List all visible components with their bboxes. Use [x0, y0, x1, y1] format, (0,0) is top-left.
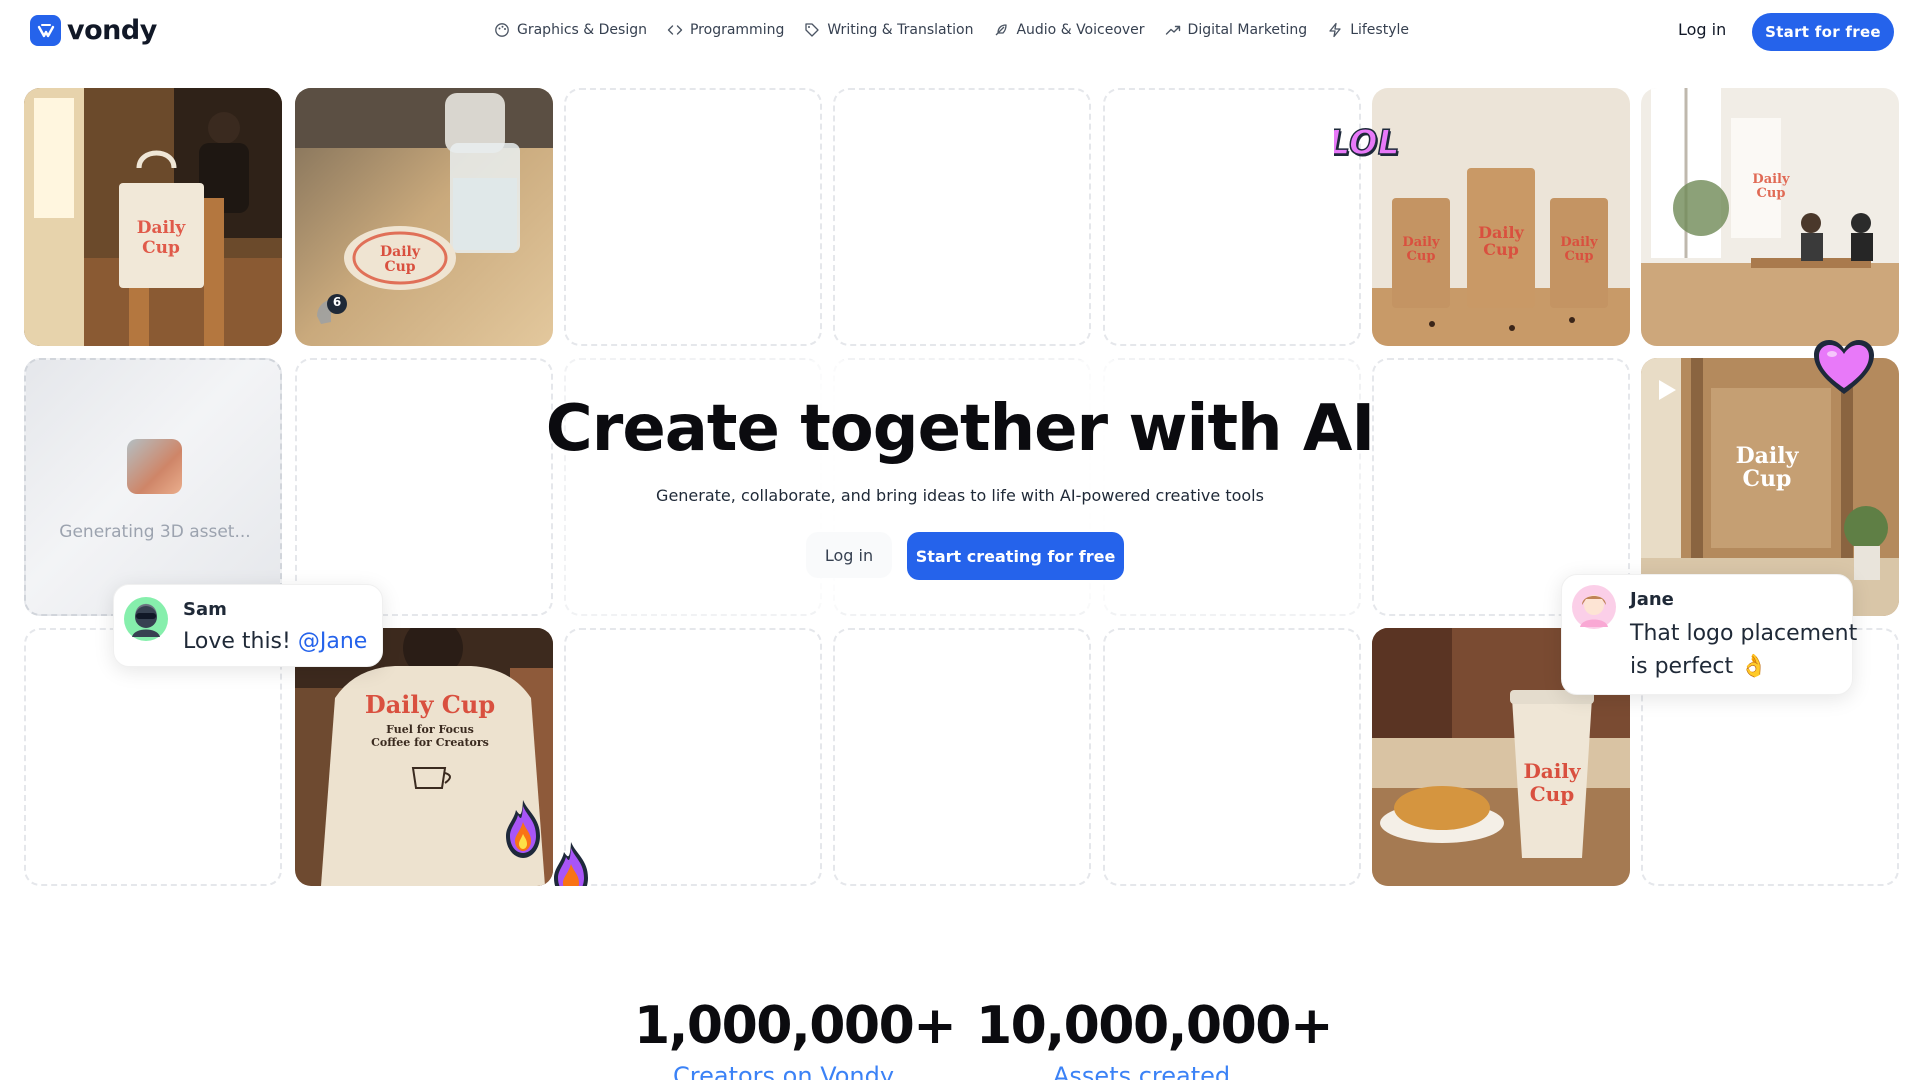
bag-text: Daily: [1402, 235, 1440, 250]
empty-grid-cell: [564, 88, 822, 346]
window-text: Daily: [1752, 172, 1790, 187]
lol-sticker: LOL LOL: [1324, 118, 1406, 168]
empty-grid-cell: [564, 628, 822, 886]
comment-text: Love this! @Jane: [183, 625, 367, 658]
stat-creators-label: Creators on Vondy: [673, 1062, 895, 1080]
svg-text:Cup: Cup: [1483, 240, 1519, 259]
category-nav: Graphics & Design Programming Writing & …: [494, 22, 1409, 38]
hero-start-button[interactable]: Start creating for free: [907, 532, 1124, 580]
nav-link-audio-voiceover[interactable]: Audio & Voiceover: [993, 22, 1145, 38]
nav-link-lifestyle[interactable]: Lifestyle: [1327, 22, 1409, 38]
svg-text:Cup: Cup: [1757, 186, 1786, 201]
nav-login-link[interactable]: Log in: [1678, 20, 1726, 39]
coffee-bags-image: Daily Cup Daily Cup Daily Cup: [1372, 88, 1630, 346]
mockup-coaster[interactable]: Daily Cup 6: [295, 88, 553, 346]
nav-link-digital-marketing[interactable]: Digital Marketing: [1165, 22, 1308, 38]
comment-mention[interactable]: @Jane: [298, 629, 367, 654]
mockup-cafe-window[interactable]: Daily Cup: [1641, 88, 1899, 346]
mockup-coffee-bags[interactable]: Daily Cup Daily Cup Daily Cup: [1372, 88, 1630, 346]
tshirt-title: Daily Cup: [365, 690, 495, 719]
feather-icon: [995, 24, 1008, 36]
comment-author: Sam: [183, 599, 227, 620]
svg-text:LOL: LOL: [1334, 123, 1403, 163]
comment-message: Love this!: [183, 629, 291, 654]
nav-link-programming[interactable]: Programming: [667, 22, 784, 38]
lightning-icon: [1329, 22, 1341, 38]
avatar-jane-icon: [1580, 595, 1608, 627]
stat-creators-value: 1,000,000+: [634, 996, 957, 1056]
avatar-sam-icon: [132, 606, 160, 637]
generating-label: Generating 3D asset...: [59, 522, 251, 542]
hero-subtitle: Generate, collaborate, and bring ideas t…: [656, 486, 1264, 505]
stat-assets-label: Assets created: [1053, 1062, 1231, 1080]
svg-text:Daily: Daily: [1560, 235, 1598, 250]
cup-text: Daily: [1523, 759, 1581, 783]
mockup-tote-bag[interactable]: Daily Cup: [24, 88, 282, 346]
lol-sticker-icon: LOL LOL: [1324, 122, 1404, 164]
vondy-wordmark: vondy: [67, 15, 157, 46]
tote-text: Daily: [137, 218, 187, 238]
comment-card-jane[interactable]: Jane That logo placement is perfect 👌: [1561, 574, 1857, 695]
fire-icon: [506, 800, 540, 858]
avatar-jane: [1572, 585, 1616, 629]
comment-count: 6: [332, 295, 342, 309]
nav-link-label: Writing & Translation: [827, 22, 974, 38]
tag-pen-icon: [805, 23, 819, 37]
tshirt-line1: Fuel for Focus: [386, 723, 474, 736]
hero-title: Create together with AI: [545, 392, 1375, 466]
tote-bag-image: Daily Cup: [24, 88, 282, 346]
vondy-logo-mark: [30, 15, 61, 46]
svg-text:Cup: Cup: [1565, 249, 1594, 264]
hero-login-button[interactable]: Log in: [806, 532, 892, 578]
coaster-text: Daily: [380, 244, 421, 260]
nav-start-button[interactable]: Start for free: [1752, 13, 1894, 51]
nav-link-label: Graphics & Design: [517, 22, 647, 38]
palette-icon: [495, 23, 509, 37]
svg-text:Cup: Cup: [1530, 782, 1574, 806]
fire-sticker: [548, 840, 594, 886]
empty-grid-cell: [833, 88, 1091, 346]
nav-link-label: Lifestyle: [1350, 22, 1409, 38]
nav-link-label: Digital Marketing: [1187, 22, 1308, 38]
heart-sticker: [1812, 338, 1876, 398]
avatar-sam: [124, 597, 168, 641]
comment-count-badge[interactable]: 6: [313, 294, 349, 328]
comment-author: Jane: [1630, 589, 1674, 610]
vondy-logo[interactable]: vondy: [30, 15, 157, 46]
nav-link-label: Programming: [689, 22, 785, 38]
nav-link-label: Audio & Voiceover: [1016, 22, 1145, 38]
cafe-window-image: Daily Cup: [1641, 88, 1899, 346]
heart-icon: [1814, 340, 1874, 394]
svg-text:Cup: Cup: [142, 238, 180, 258]
comment-text-line-2: is perfect 👌: [1630, 654, 1768, 679]
tshirt-line2: Coffee for Creators: [371, 736, 489, 749]
stat-assets-value: 10,000,000+: [976, 996, 1334, 1056]
top-nav: vondy Graphics & Design Programming Writ…: [0, 0, 1920, 64]
svg-text:Cup: Cup: [384, 259, 415, 275]
fire-sticker: [500, 798, 546, 860]
code-icon: [667, 25, 683, 35]
comment-text-line-1: That logo placement: [1630, 621, 1858, 646]
nav-link-writing-translation[interactable]: Writing & Translation: [804, 22, 973, 38]
empty-grid-cell: [833, 628, 1091, 886]
svg-text:Cup: Cup: [1407, 249, 1436, 264]
trend-up-icon: [1165, 25, 1180, 35]
fire-icon: [554, 842, 588, 886]
empty-grid-cell: [1103, 88, 1361, 346]
empty-grid-cell: [1103, 628, 1361, 886]
nav-link-graphics-design[interactable]: Graphics & Design: [494, 22, 647, 38]
comment-card-sam[interactable]: Sam Love this! @Jane: [113, 584, 383, 667]
